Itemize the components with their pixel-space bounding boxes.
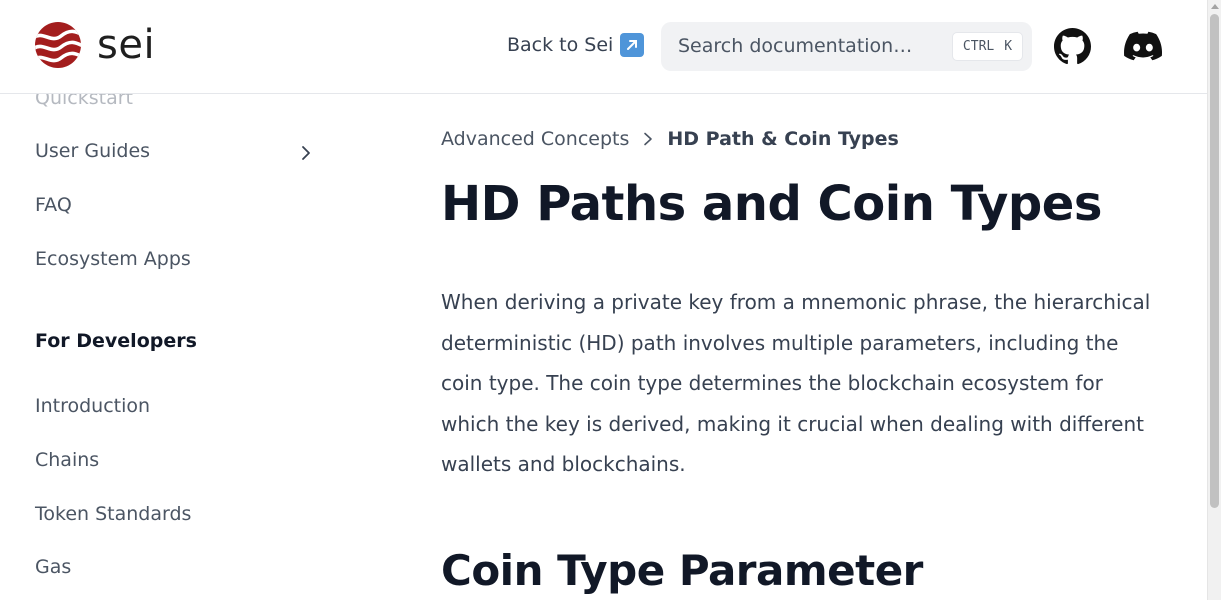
sidebar-section-title: For Developers	[35, 330, 197, 352]
github-icon[interactable]	[1054, 28, 1091, 65]
logo-text: sei	[97, 22, 156, 68]
shortcut-ctrl: CTRL	[962, 39, 995, 54]
sidebar-item-chains[interactable]: Chains	[35, 449, 99, 471]
sidebar-item-token-standards[interactable]: Token Standards	[35, 503, 191, 525]
discord-icon[interactable]	[1124, 31, 1162, 61]
breadcrumb: Advanced Concepts HD Path & Coin Types	[441, 128, 899, 150]
external-link-icon	[620, 33, 645, 57]
sidebar-nav: Quickstart User Guides FAQ Ecosystem App…	[0, 94, 340, 600]
back-to-sei-link[interactable]: Back to Sei	[507, 33, 645, 57]
sidebar-item-ecosystem-apps[interactable]: Ecosystem Apps	[35, 248, 191, 270]
page-title: HD Paths and Coin Types	[441, 176, 1102, 232]
sidebar-item-faq[interactable]: FAQ	[35, 194, 72, 216]
search-shortcut: CTRL K	[952, 32, 1023, 61]
sidebar-item-gas[interactable]: Gas	[35, 556, 71, 578]
sidebar-item-label: User Guides	[35, 140, 151, 162]
sei-logo[interactable]: sei	[35, 22, 155, 68]
back-link-label: Back to Sei	[507, 34, 614, 56]
sei-logo-icon	[35, 22, 81, 68]
scrollbar-thumb[interactable]	[1210, 14, 1219, 508]
search-placeholder: Search documentation…	[678, 35, 913, 57]
chevron-right-icon[interactable]	[300, 145, 312, 161]
scroll-up-arrow-icon[interactable]	[1211, 4, 1219, 9]
section-heading: Coin Type Parameter	[441, 546, 923, 595]
sidebar-item-introduction[interactable]: Introduction	[35, 395, 150, 417]
search-input[interactable]: Search documentation… CTRL K	[661, 22, 1032, 71]
page-scrollbar[interactable]	[1207, 0, 1221, 600]
chevron-right-icon	[643, 132, 653, 146]
sidebar-item-user-guides[interactable]: User Guides	[35, 140, 150, 162]
breadcrumb-current: HD Path & Coin Types	[667, 128, 899, 150]
shortcut-key: K	[1004, 39, 1013, 54]
top-header: sei Back to Sei Search documentation… CT…	[0, 0, 1207, 94]
breadcrumb-parent[interactable]: Advanced Concepts	[441, 128, 629, 150]
intro-paragraph: When deriving a private key from a mnemo…	[441, 290, 1151, 477]
sidebar-item-quickstart[interactable]: Quickstart	[35, 94, 133, 109]
